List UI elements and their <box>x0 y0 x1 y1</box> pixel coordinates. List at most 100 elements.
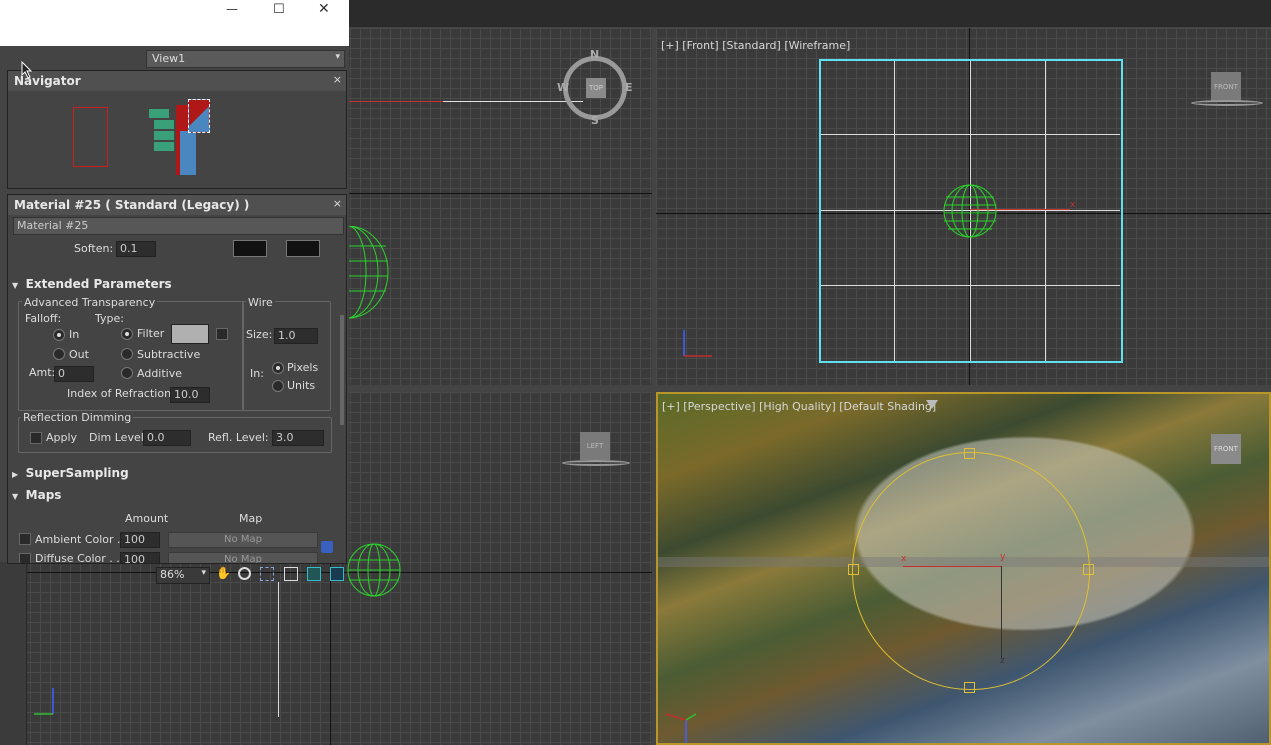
type-filter-label: Filter <box>137 327 165 340</box>
maps-rollout[interactable]: ▼ Maps <box>12 488 338 502</box>
lock-icon[interactable] <box>321 541 333 553</box>
viewport-front[interactable]: [+] [Front] [Standard] [Wireframe] x FRO… <box>656 28 1271 385</box>
ambient-label: Ambient Color . . <box>35 533 128 546</box>
plane-seg-v3 <box>1045 61 1046 361</box>
wire-in-label: In: <box>250 367 264 380</box>
falloff-label: Falloff: <box>25 312 62 325</box>
type-filter-radio[interactable] <box>121 328 133 340</box>
maximize-view-icon[interactable] <box>330 567 344 581</box>
gizmo-handle-top[interactable] <box>964 448 975 459</box>
top-sphere-wire <box>348 226 389 319</box>
material-close-icon[interactable]: × <box>333 197 342 210</box>
material-name-field[interactable]: Material #25 <box>13 217 344 235</box>
minimize-button[interactable]: — <box>226 2 238 16</box>
navigator-titlebar[interactable]: Navigator <box>8 71 346 91</box>
rollout-arrow-icon: ▼ <box>12 492 19 501</box>
filter-icon[interactable] <box>926 400 938 409</box>
params-scrollbar[interactable] <box>340 315 344 425</box>
type-label: Type: <box>95 312 124 325</box>
ambient-amount[interactable]: 100 <box>120 532 160 548</box>
ambient-checkbox[interactable] <box>19 533 31 545</box>
falloff-in-radio[interactable] <box>53 329 65 341</box>
main-top-bar <box>349 0 1271 27</box>
pan-hand-icon[interactable]: ✋ <box>216 567 231 580</box>
adv-transparency-label: Advanced Transparency <box>22 296 158 309</box>
soften-spinner[interactable]: 0.1 <box>116 241 156 257</box>
viewcube-persp[interactable]: FRONT <box>1211 434 1241 464</box>
persp-axis-x-label: x <box>901 554 907 564</box>
navigator-close-icon[interactable]: × <box>333 73 342 86</box>
supersampling-header: SuperSampling <box>25 466 129 480</box>
falloff-in-label: In <box>69 328 80 341</box>
front-x-axis <box>970 209 1070 210</box>
extended-params-rollout[interactable]: ▼ Extended Parameters <box>12 277 338 291</box>
maximize-button[interactable]: ☐ <box>273 2 285 17</box>
perspective-viewport-label[interactable]: [+] [Perspective] [High Quality] [Defaul… <box>662 400 936 413</box>
filter-map-button[interactable] <box>216 328 228 340</box>
window-titlebar[interactable]: — ☐ ✕ <box>0 0 349 46</box>
viewport-perspective[interactable]: [+] [Perspective] [High Quality] [Defaul… <box>656 392 1271 745</box>
viewcube-compass[interactable]: TOP <box>563 56 627 120</box>
viewcube-left[interactable]: LEFT <box>580 432 610 460</box>
falloff-out-radio[interactable] <box>53 348 65 360</box>
rollout-arrow-icon: ▶ <box>12 470 19 479</box>
dim-level-label: Dim Level: <box>89 431 148 444</box>
persp-axis-tripod <box>665 713 697 743</box>
material-titlebar[interactable]: Material #25 ( Standard (Legacy) ) <box>8 195 346 215</box>
zoom-value: 86% <box>160 568 185 581</box>
supersampling-rollout[interactable]: ▶ SuperSampling <box>12 466 338 480</box>
viewcube-top[interactable]: TOP <box>586 78 606 98</box>
front-sphere-wire[interactable] <box>942 183 998 239</box>
zoom-select[interactable]: 86% ▾ <box>156 567 210 584</box>
maps-map-col: Map <box>239 512 263 525</box>
left-grid-mainline-h <box>0 572 652 573</box>
mouse-cursor-icon <box>21 61 33 79</box>
close-button[interactable]: ✕ <box>318 1 330 17</box>
wire-units-radio[interactable] <box>272 380 284 392</box>
front-viewport-label[interactable]: [+] [Front] [Standard] [Wireframe] <box>661 39 850 52</box>
wire-size-spinner[interactable]: 1.0 <box>274 328 318 344</box>
nav-node-4 <box>154 142 174 151</box>
ior-spinner[interactable]: 10.0 <box>170 387 210 403</box>
navigator-view-rect[interactable] <box>73 107 108 167</box>
diffuse-checkbox[interactable] <box>19 553 31 563</box>
ambient-map-button[interactable]: No Map <box>168 532 318 548</box>
compass-w: W <box>557 81 570 94</box>
apply-label: Apply <box>46 431 78 444</box>
persp-z-axis <box>1001 566 1002 658</box>
diffuse-amount[interactable]: 100 <box>120 552 160 563</box>
dim-level-spinner[interactable]: 0.0 <box>143 430 191 446</box>
amt-spinner[interactable]: 0 <box>54 366 94 382</box>
left-axis-tripod <box>34 688 54 715</box>
viewcube-front-ring <box>1191 100 1263 106</box>
wire-pixels-label: Pixels <box>287 361 319 374</box>
highlight-curve-2 <box>286 240 320 257</box>
gizmo-handle-left[interactable] <box>848 564 859 575</box>
refl-level-spinner[interactable]: 3.0 <box>272 430 324 446</box>
zoom-magnifier-icon[interactable] <box>238 567 251 580</box>
maps-header: Maps <box>25 488 62 502</box>
apply-checkbox[interactable] <box>30 432 42 444</box>
type-subtractive-radio[interactable] <box>121 348 133 360</box>
ior-label: Index of Refraction: <box>67 387 175 400</box>
plane-seg-h3 <box>821 285 1120 286</box>
type-additive-radio[interactable] <box>121 367 133 379</box>
zoom-extents-selected-icon[interactable] <box>307 567 321 581</box>
wire-label: Wire <box>246 296 275 309</box>
persp-selection-gizmo[interactable] <box>852 452 1090 690</box>
wire-pixels-radio[interactable] <box>272 362 284 374</box>
material-title: Material #25 ( Standard (Legacy) ) <box>14 198 250 212</box>
zoom-extents-icon[interactable] <box>284 567 298 581</box>
gizmo-handle-right[interactable] <box>1083 564 1094 575</box>
top-x-axis-white <box>443 101 583 102</box>
gizmo-handle-bottom[interactable] <box>964 682 975 693</box>
chevron-down-icon: ▾ <box>201 568 206 578</box>
wire-group <box>242 301 331 411</box>
rollout-arrow-icon: ▼ <box>12 281 19 290</box>
diffuse-map-button[interactable]: No Map <box>168 552 318 563</box>
view-select[interactable]: View1 ▾ <box>146 50 345 68</box>
zoom-region-icon[interactable] <box>260 567 274 581</box>
viewcube-front[interactable]: FRONT <box>1211 72 1241 102</box>
filter-color-swatch[interactable] <box>171 324 209 344</box>
maps-amount-col: Amount <box>125 512 169 525</box>
